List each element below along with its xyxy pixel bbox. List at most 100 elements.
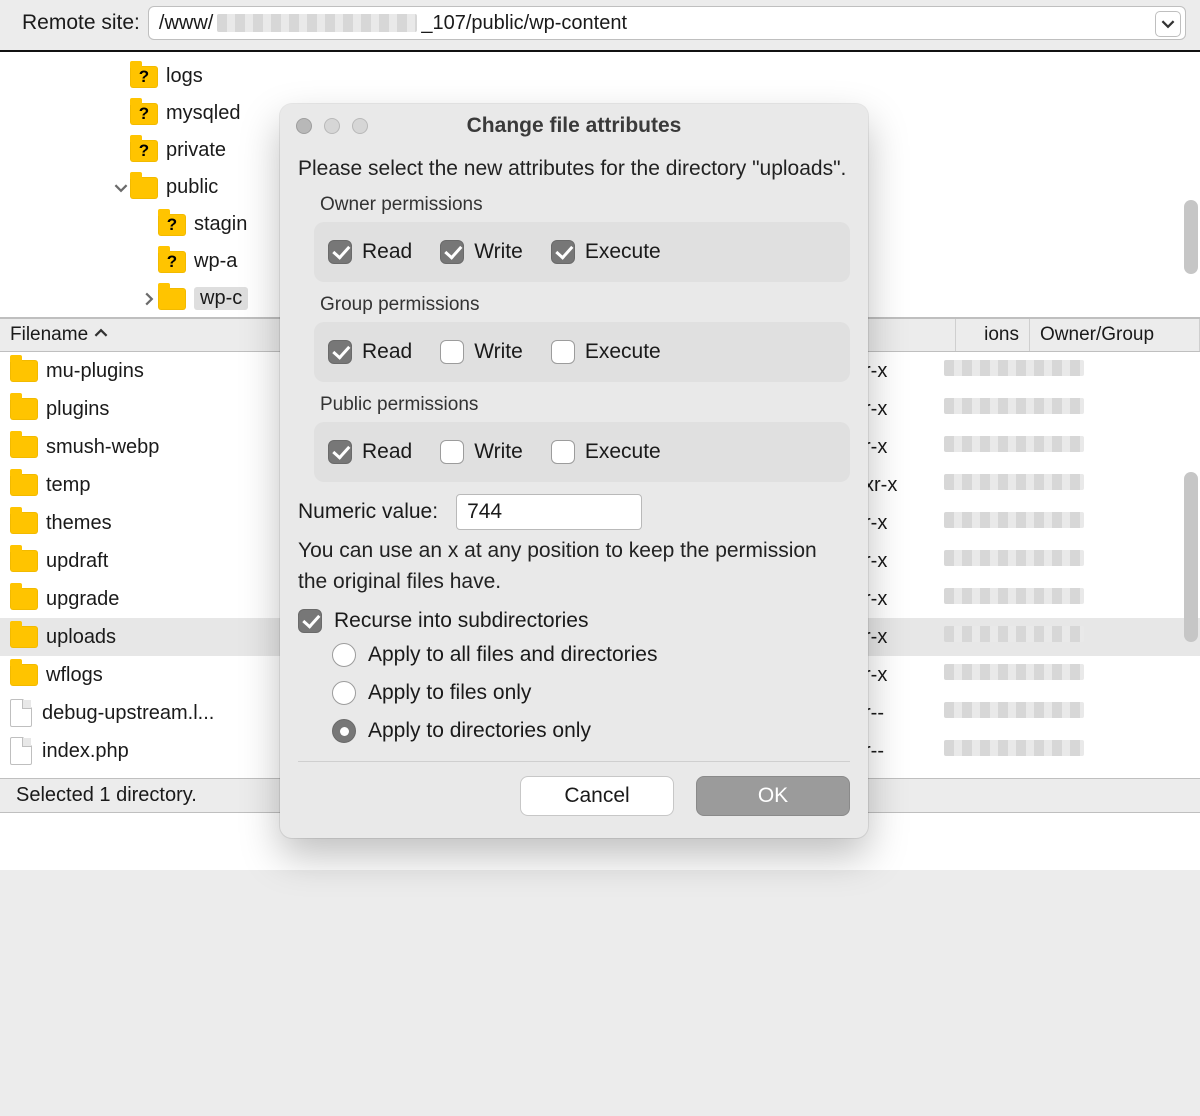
file-permissions: r-x: [864, 626, 930, 649]
public-read-label: Read: [362, 440, 412, 464]
file-owner-group: [944, 512, 1084, 534]
folder-icon: [10, 474, 38, 496]
apply-dirs-radio[interactable]: Apply to directories only: [332, 719, 850, 743]
chevron-right-icon[interactable]: [140, 290, 158, 308]
column-permissions[interactable]: ions: [956, 319, 1030, 351]
owner-write-label: Write: [474, 240, 523, 264]
file-owner-group: [944, 436, 1084, 458]
folder-icon: [158, 288, 186, 310]
folder-unknown-icon: [130, 66, 158, 88]
public-write-checkbox[interactable]: Write: [440, 440, 523, 464]
column-filename-label: Filename: [10, 324, 88, 346]
file-owner-group: [944, 398, 1084, 420]
numeric-value-text: 744: [467, 500, 502, 524]
owner-permissions-group: Owner permissions Read Write Execute: [314, 194, 850, 282]
tree-disclosure-placeholder: [140, 253, 158, 271]
remote-site-bar: Remote site: /www/ _107/public/wp-conten…: [0, 0, 1200, 52]
apply-files-radio[interactable]: Apply to files only: [332, 681, 850, 705]
folder-icon: [10, 550, 38, 572]
file-icon: [10, 699, 32, 727]
tree-disclosure-placeholder: [112, 105, 130, 123]
file-name: debug-upstream.l...: [42, 702, 302, 725]
remote-path-dropdown-button[interactable]: [1155, 11, 1181, 37]
tree-disclosure-placeholder: [112, 68, 130, 86]
file-owner-group: [944, 550, 1084, 572]
dialog-title: Change file attributes: [280, 114, 868, 138]
group-write-checkbox[interactable]: Write: [440, 340, 523, 364]
file-name: mu-plugins: [46, 360, 306, 383]
cancel-button-label: Cancel: [564, 784, 629, 808]
file-icon: [10, 737, 32, 765]
remote-path-obscured: [217, 14, 417, 32]
folder-unknown-icon: [158, 214, 186, 236]
dialog-prompt: Please select the new attributes for the…: [298, 154, 850, 184]
column-permissions-label: ions: [984, 324, 1019, 346]
group-execute-checkbox[interactable]: Execute: [551, 340, 661, 364]
folder-unknown-icon: [158, 251, 186, 273]
recurse-checkbox[interactable]: [298, 609, 322, 633]
file-permissions: r--: [864, 740, 930, 763]
group-read-label: Read: [362, 340, 412, 364]
file-name: uploads: [46, 626, 306, 649]
folder-icon: [10, 588, 38, 610]
remote-path-combobox[interactable]: /www/ _107/public/wp-content: [148, 6, 1186, 40]
tree-item-logs[interactable]: logs: [0, 58, 1200, 95]
owner-write-checkbox[interactable]: Write: [440, 240, 523, 264]
file-name: smush-webp: [46, 436, 306, 459]
owner-read-checkbox[interactable]: Read: [328, 240, 412, 264]
tree-item-label: wp-a: [194, 250, 237, 273]
file-name: temp: [46, 474, 306, 497]
column-filename[interactable]: Filename: [0, 319, 288, 351]
file-owner-group: [944, 664, 1084, 686]
public-read-checkbox[interactable]: Read: [328, 440, 412, 464]
ok-button-label: OK: [758, 784, 788, 808]
numeric-value-label: Numeric value:: [298, 500, 438, 524]
apply-all-label: Apply to all files and directories: [368, 643, 657, 667]
owner-permissions-title: Owner permissions: [320, 194, 850, 216]
folder-icon: [130, 177, 158, 199]
file-owner-group: [944, 740, 1084, 762]
tree-item-label: public: [166, 176, 218, 199]
chevron-down-icon: [1161, 17, 1175, 31]
file-permissions: r-x: [864, 664, 930, 687]
public-execute-checkbox[interactable]: Execute: [551, 440, 661, 464]
sort-ascending-icon: [94, 326, 108, 344]
column-owner-group[interactable]: Owner/Group: [1030, 319, 1200, 351]
public-permissions-title: Public permissions: [320, 394, 850, 416]
group-permissions-group: Group permissions Read Write Execute: [314, 294, 850, 382]
group-permissions-title: Group permissions: [320, 294, 850, 316]
file-permissions: r-x: [864, 550, 930, 573]
public-permissions-group: Public permissions Read Write Execute: [314, 394, 850, 482]
change-attributes-dialog: Change file attributes Please select the…: [280, 104, 868, 838]
folder-unknown-icon: [130, 103, 158, 125]
owner-execute-checkbox[interactable]: Execute: [551, 240, 661, 264]
folder-icon: [10, 436, 38, 458]
folder-icon: [10, 512, 38, 534]
tree-item-label: wp-c: [194, 287, 248, 310]
file-permissions: r-x: [864, 398, 930, 421]
file-name: themes: [46, 512, 306, 535]
chevron-down-icon[interactable]: [112, 179, 130, 197]
file-owner-group: [944, 626, 1084, 648]
remote-site-label: Remote site:: [22, 11, 140, 35]
tree-disclosure-placeholder: [140, 216, 158, 234]
public-write-label: Write: [474, 440, 523, 464]
tree-scrollbar[interactable]: [1184, 200, 1198, 274]
filelist-scrollbar[interactable]: [1184, 472, 1198, 642]
group-read-checkbox[interactable]: Read: [328, 340, 412, 364]
file-name: wflogs: [46, 664, 306, 687]
folder-icon: [10, 664, 38, 686]
cancel-button[interactable]: Cancel: [520, 776, 674, 816]
tree-item-label: mysqled: [166, 102, 240, 125]
remote-path-prefix: /www/: [159, 12, 213, 35]
tree-disclosure-placeholder: [112, 142, 130, 160]
owner-read-label: Read: [362, 240, 412, 264]
folder-unknown-icon: [130, 140, 158, 162]
file-name: plugins: [46, 398, 306, 421]
ok-button[interactable]: OK: [696, 776, 850, 816]
recurse-label: Recurse into subdirectories: [334, 609, 588, 633]
dialog-titlebar[interactable]: Change file attributes: [280, 104, 868, 148]
status-text: Selected 1 directory.: [16, 784, 197, 807]
apply-all-radio[interactable]: Apply to all files and directories: [332, 643, 850, 667]
numeric-value-input[interactable]: 744: [456, 494, 642, 530]
